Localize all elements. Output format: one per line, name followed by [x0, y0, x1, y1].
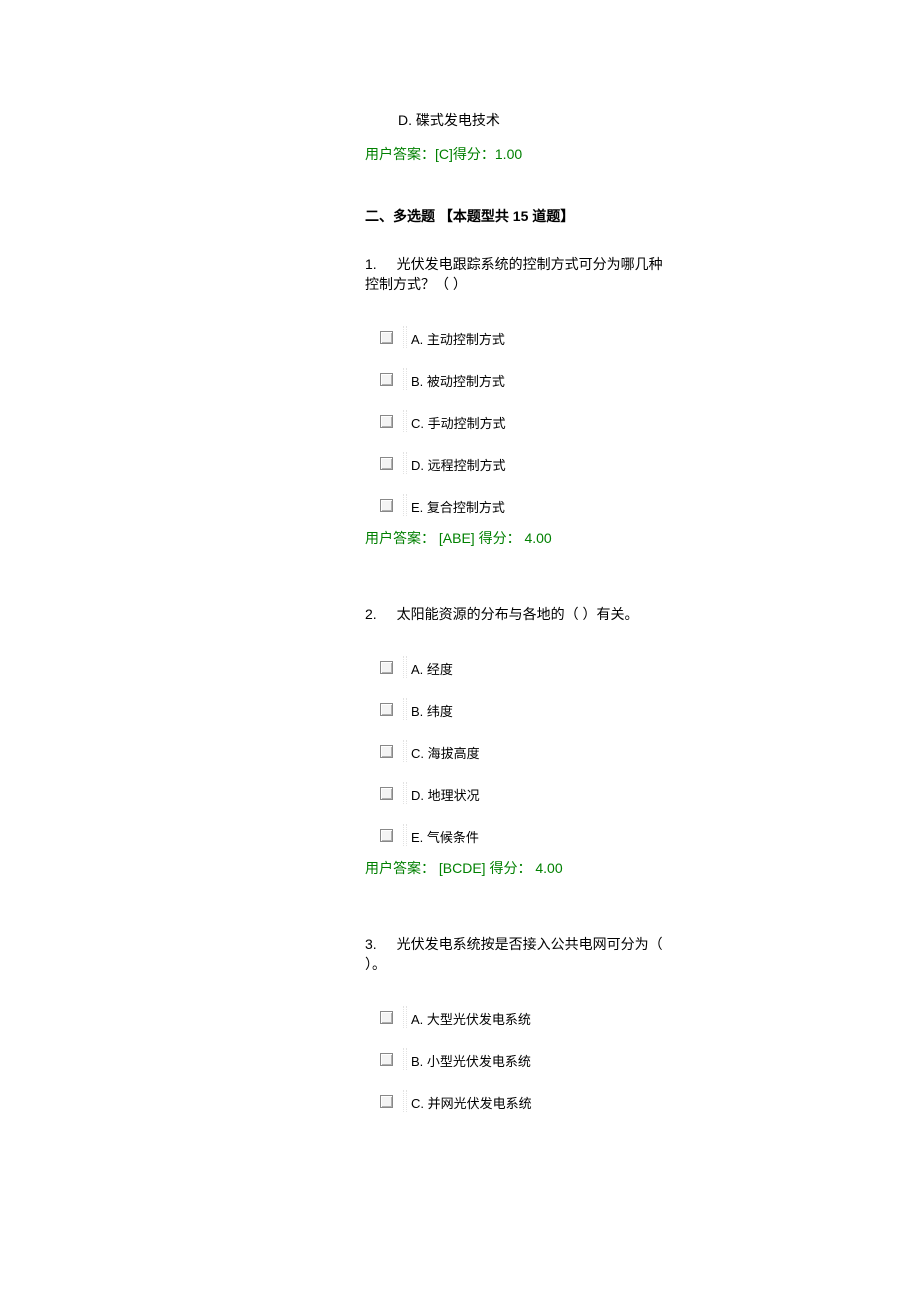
option-label: B. 被动控制方式	[411, 368, 505, 390]
question-text: 太阳能资源的分布与各地的（ ）有关。	[397, 606, 639, 622]
option-row: A. 大型光伏发电系统	[380, 1006, 920, 1028]
score-label: 得分：	[489, 860, 531, 876]
option-row: B. 小型光伏发电系统	[380, 1048, 920, 1070]
divider-icon	[403, 494, 407, 516]
score-value: 4.00	[535, 860, 562, 876]
answer-prefix: 用户答案：	[365, 860, 435, 876]
option-label: D. 地理状况	[411, 782, 480, 804]
question-3: 3. 光伏发电系统按是否接入公共电网可分为（ ）。	[365, 934, 670, 974]
checkbox-icon[interactable]	[380, 661, 393, 674]
option-row: E. 复合控制方式	[380, 494, 920, 516]
divider-icon	[403, 452, 407, 474]
checkbox-icon[interactable]	[380, 499, 393, 512]
option-label: A. 经度	[411, 656, 453, 678]
option-row: E. 气候条件	[380, 824, 920, 846]
divider-icon	[403, 410, 407, 432]
divider-icon	[403, 698, 407, 720]
divider-icon	[403, 1006, 407, 1028]
option-row: C. 手动控制方式	[380, 410, 920, 432]
checkbox-icon[interactable]	[380, 415, 393, 428]
option-row: A. 经度	[380, 656, 920, 678]
checkbox-icon[interactable]	[380, 745, 393, 758]
answer-value: [C]	[435, 146, 453, 162]
score-value: 4.00	[524, 530, 551, 546]
option-row: C. 海拔高度	[380, 740, 920, 762]
question-2: 2. 太阳能资源的分布与各地的（ ）有关。	[365, 604, 670, 624]
option-row: B. 纬度	[380, 698, 920, 720]
checkbox-icon[interactable]	[380, 829, 393, 842]
answer-prefix: 用户答案：	[365, 530, 435, 546]
checkbox-icon[interactable]	[380, 1053, 393, 1066]
question-text: 光伏发电跟踪系统的控制方式可分为哪几种控制方式？（ ）	[365, 256, 663, 292]
section-title-multi-choice: 二、多选题 【本题型共 15 道题】	[365, 206, 920, 226]
section-title-text: 二、多选题 【本题型共 15 道题】	[365, 208, 574, 224]
option-label: E. 气候条件	[411, 824, 479, 846]
option-row: A. 主动控制方式	[380, 326, 920, 348]
option-label: A. 大型光伏发电系统	[411, 1006, 531, 1028]
option-label: D. 远程控制方式	[411, 452, 506, 474]
option-row: C. 并网光伏发电系统	[380, 1090, 920, 1112]
prev-question-answer: 用户答案：[C]得分：1.00	[365, 144, 920, 164]
option-label: C. 海拔高度	[411, 740, 480, 762]
score-label: 得分：	[453, 146, 495, 162]
option-row: D. 地理状况	[380, 782, 920, 804]
divider-icon	[403, 824, 407, 846]
question-2-answer: 用户答案： [BCDE] 得分： 4.00	[365, 858, 920, 878]
prev-question-option-d: D. 碟式发电技术	[398, 110, 920, 130]
option-text: D. 碟式发电技术	[398, 112, 500, 128]
question-number: 2.	[365, 606, 377, 622]
option-label: B. 纬度	[411, 698, 453, 720]
question-3-options: A. 大型光伏发电系统 B. 小型光伏发电系统 C. 并网光伏发电系统	[380, 1006, 920, 1112]
option-row: B. 被动控制方式	[380, 368, 920, 390]
divider-icon	[403, 740, 407, 762]
question-1-answer: 用户答案： [ABE] 得分： 4.00	[365, 528, 920, 548]
checkbox-icon[interactable]	[380, 373, 393, 386]
score-value: 1.00	[495, 146, 522, 162]
divider-icon	[403, 782, 407, 804]
checkbox-icon[interactable]	[380, 703, 393, 716]
option-label: C. 手动控制方式	[411, 410, 506, 432]
checkbox-icon[interactable]	[380, 331, 393, 344]
question-1: 1. 光伏发电跟踪系统的控制方式可分为哪几种控制方式？（ ）	[365, 254, 670, 294]
option-label: E. 复合控制方式	[411, 494, 505, 516]
question-number: 3.	[365, 936, 377, 952]
option-row: D. 远程控制方式	[380, 452, 920, 474]
answer-value: [BCDE]	[439, 860, 486, 876]
answer-prefix: 用户答案：	[365, 146, 435, 162]
question-2-options: A. 经度 B. 纬度 C. 海拔高度 D. 地理状况 E. 气候条件	[380, 656, 920, 846]
option-label: B. 小型光伏发电系统	[411, 1048, 531, 1070]
option-label: C. 并网光伏发电系统	[411, 1090, 532, 1112]
checkbox-icon[interactable]	[380, 1011, 393, 1024]
divider-icon	[403, 656, 407, 678]
question-text: 光伏发电系统按是否接入公共电网可分为（ ）。	[365, 936, 663, 972]
divider-icon	[403, 326, 407, 348]
score-label: 得分：	[479, 530, 521, 546]
checkbox-icon[interactable]	[380, 1095, 393, 1108]
divider-icon	[403, 1090, 407, 1112]
answer-value: [ABE]	[439, 530, 475, 546]
divider-icon	[403, 368, 407, 390]
question-1-options: A. 主动控制方式 B. 被动控制方式 C. 手动控制方式 D. 远程控制方式 …	[380, 326, 920, 516]
divider-icon	[403, 1048, 407, 1070]
question-number: 1.	[365, 256, 377, 272]
checkbox-icon[interactable]	[380, 457, 393, 470]
checkbox-icon[interactable]	[380, 787, 393, 800]
option-label: A. 主动控制方式	[411, 326, 505, 348]
